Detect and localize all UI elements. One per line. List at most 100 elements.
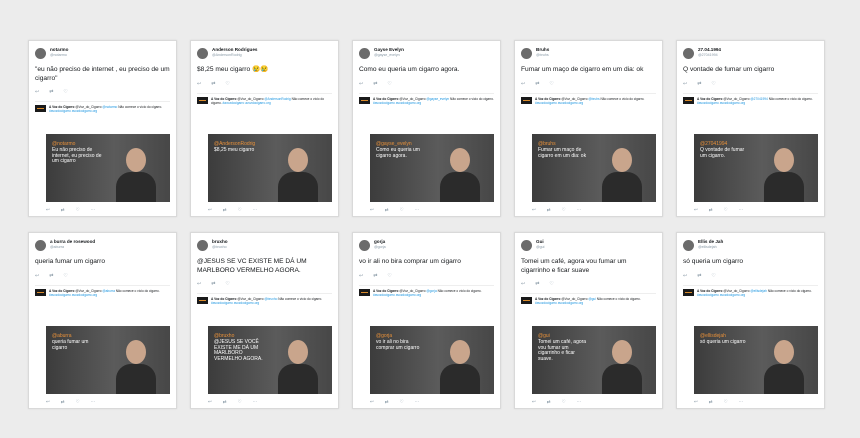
retweet-icon[interactable]: ⇄	[61, 207, 65, 213]
reply-mention[interactable]: @gui	[588, 297, 596, 301]
reply-tweet[interactable]: A Voz do Cigarro @Voz_do_Cigarro @Anders…	[197, 92, 332, 105]
reply-tweet[interactable]: A Voz do Cigarro @Voz_do_Cigarro @gui Nã…	[521, 293, 656, 305]
retweet-icon[interactable]: ⇄	[373, 81, 377, 87]
more-icon[interactable]: ⋯	[577, 207, 582, 213]
like-icon[interactable]: ♡	[387, 81, 391, 87]
like-icon[interactable]: ♡	[562, 207, 566, 213]
retweet-icon[interactable]: ⇄	[709, 207, 713, 213]
reply-icon[interactable]: ↩	[521, 281, 525, 287]
reply-hashtag[interactable]: #avozdocigarro	[373, 101, 395, 105]
tweet-card[interactable]: Gayse Evelyn @gayse_evelyn Como eu queri…	[352, 40, 501, 217]
retweet-icon[interactable]: ⇄	[61, 399, 65, 405]
avatar[interactable]	[197, 239, 208, 251]
retweet-icon[interactable]: ⇄	[535, 81, 539, 87]
reply-link[interactable]: avozdocigarro.org	[245, 101, 271, 105]
like-icon[interactable]: ♡	[63, 89, 67, 95]
video-player[interactable]: @notarmo Eu não preciso de internet, eu …	[46, 134, 170, 202]
more-icon[interactable]: ⋯	[577, 399, 582, 405]
tweet-card[interactable]: Bruhs @bruhs Fumar um maço de cigarro em…	[514, 40, 663, 217]
reply-tweet[interactable]: A Voz do Cigarro @Voz_do_Cigarro @bruxho…	[197, 293, 332, 305]
reply-icon[interactable]: ↩	[359, 273, 363, 279]
reply-icon[interactable]: ↩	[370, 399, 374, 405]
avatar[interactable]	[35, 47, 46, 59]
reply-tweet[interactable]: A Voz do Cigarro @Voz_do_Cigarro @270419…	[683, 92, 818, 105]
avatar[interactable]	[521, 47, 532, 59]
avatar[interactable]	[359, 47, 370, 59]
reply-mention[interactable]: @gorja	[426, 289, 436, 293]
reply-hashtag[interactable]: #avozdocigarro	[49, 109, 71, 113]
reply-icon[interactable]: ↩	[370, 207, 374, 213]
retweet-icon[interactable]: ⇄	[385, 207, 389, 213]
like-icon[interactable]: ♡	[63, 273, 67, 279]
reply-icon[interactable]: ↩	[197, 281, 201, 287]
avatar[interactable]	[359, 239, 370, 251]
video-player[interactable]: @gui Tomei um café, agora vou fumar um c…	[532, 326, 656, 394]
reply-icon[interactable]: ↩	[532, 207, 536, 213]
reply-link[interactable]: avozdocigarro.org	[558, 101, 584, 105]
reply-link[interactable]: avozdocigarro.org	[234, 301, 260, 305]
reply-link[interactable]: avozdocigarro.org	[396, 101, 422, 105]
retweet-icon[interactable]: ⇄	[709, 399, 713, 405]
reply-link[interactable]: avozdocigarro.org	[72, 293, 98, 297]
like-icon[interactable]: ♡	[76, 207, 80, 213]
reply-hashtag[interactable]: #avozdocigarro	[697, 101, 719, 105]
video-player[interactable]: @aburra queria fumar um cigarro	[46, 326, 170, 394]
reply-tweet[interactable]: A Voz do Cigarro @Voz_do_Cigarro @notarm…	[35, 101, 170, 113]
retweet-icon[interactable]: ⇄	[211, 81, 215, 87]
like-icon[interactable]: ♡	[387, 273, 391, 279]
reply-link[interactable]: avozdocigarro.org	[720, 101, 746, 105]
tweet-card[interactable]: bruxho @bruxho @JESUS SE VC EXISTE ME DÁ…	[190, 232, 339, 409]
retweet-icon[interactable]: ⇄	[49, 89, 53, 95]
user-handle[interactable]: @gayse_evelyn	[374, 53, 404, 58]
reply-icon[interactable]: ↩	[694, 207, 698, 213]
reply-icon[interactable]: ↩	[208, 207, 212, 213]
reply-hashtag[interactable]: #avozdocigarro	[697, 293, 719, 297]
more-icon[interactable]: ⋯	[739, 399, 744, 405]
reply-mention[interactable]: @bruxho	[264, 297, 277, 301]
like-icon[interactable]: ♡	[711, 81, 715, 87]
retweet-icon[interactable]: ⇄	[697, 273, 701, 279]
like-icon[interactable]: ♡	[724, 207, 728, 213]
retweet-icon[interactable]: ⇄	[547, 207, 551, 213]
reply-icon[interactable]: ↩	[683, 81, 687, 87]
retweet-icon[interactable]: ⇄	[697, 81, 701, 87]
retweet-icon[interactable]: ⇄	[385, 399, 389, 405]
like-icon[interactable]: ♡	[238, 207, 242, 213]
retweet-icon[interactable]: ⇄	[223, 399, 227, 405]
reply-link[interactable]: avozdocigarro.org	[396, 293, 422, 297]
reply-mention[interactable]: @ellisdejah	[750, 289, 767, 293]
more-icon[interactable]: ⋯	[253, 399, 258, 405]
like-icon[interactable]: ♡	[549, 281, 553, 287]
reply-mention[interactable]: @aburra	[102, 289, 114, 293]
like-icon[interactable]: ♡	[400, 207, 404, 213]
like-icon[interactable]: ♡	[549, 81, 553, 87]
more-icon[interactable]: ⋯	[253, 207, 258, 213]
video-player[interactable]: @ellisdejah só queria um cigarro	[694, 326, 818, 394]
retweet-icon[interactable]: ⇄	[373, 273, 377, 279]
user-handle[interactable]: @aburra	[50, 245, 95, 250]
reply-hashtag[interactable]: #avozdocigarro	[535, 301, 557, 305]
like-icon[interactable]: ♡	[225, 81, 229, 87]
retweet-icon[interactable]: ⇄	[547, 399, 551, 405]
user-handle[interactable]: @bruhs	[536, 53, 549, 58]
reply-tweet[interactable]: A Voz do Cigarro @Voz_do_Cigarro @gayse_…	[359, 92, 494, 105]
reply-tweet[interactable]: A Voz do Cigarro @Voz_do_Cigarro @ellisd…	[683, 284, 818, 297]
avatar[interactable]	[683, 239, 694, 251]
avatar[interactable]	[197, 47, 208, 59]
more-icon[interactable]: ⋯	[91, 207, 96, 213]
video-player[interactable]: @gorja vo ir ali no bira comprar um ciga…	[370, 326, 494, 394]
video-player[interactable]: @AndersonRodrig $8,25 meu cigarro	[208, 134, 332, 202]
tweet-card[interactable]: 27.04.1994 @27041994 Q vontade de fumar …	[676, 40, 825, 217]
reply-mention[interactable]: @27041994	[750, 97, 767, 101]
tweet-card[interactable]: a burra de rosewood @aburra queria fumar…	[28, 232, 177, 409]
more-icon[interactable]: ⋯	[91, 399, 96, 405]
video-player[interactable]: @bruhs Fumar um maço de cigarro em um di…	[532, 134, 656, 202]
video-player[interactable]: @27041994 Q vontade de fumar um cigarro.	[694, 134, 818, 202]
reply-link[interactable]: avozdocigarro.org	[720, 293, 746, 297]
user-handle[interactable]: @notarmo	[50, 53, 68, 58]
reply-hashtag[interactable]: #avozdocigarro	[535, 101, 557, 105]
like-icon[interactable]: ♡	[724, 399, 728, 405]
reply-link[interactable]: avozdocigarro.org	[72, 109, 98, 113]
retweet-icon[interactable]: ⇄	[49, 273, 53, 279]
avatar[interactable]	[521, 239, 532, 251]
